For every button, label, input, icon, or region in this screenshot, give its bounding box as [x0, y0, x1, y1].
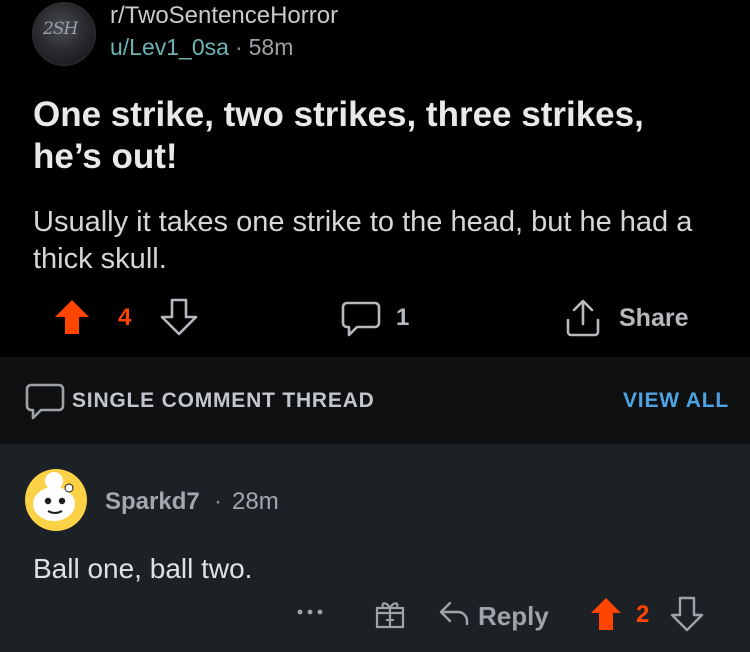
view-all-link[interactable]: VIEW ALL: [623, 389, 729, 413]
subreddit-avatar-text: 2SH: [43, 19, 78, 39]
downvote-icon[interactable]: [160, 298, 198, 336]
meta-separator: ·: [234, 34, 243, 60]
share-icon[interactable]: [564, 298, 602, 338]
comment-author[interactable]: Sparkd7: [105, 488, 200, 516]
comment-body: Ball one, ball two.: [33, 553, 253, 584]
post-age: 58m: [248, 34, 294, 60]
single-comment-thread-bar: SINGLE COMMENT THREAD VIEW ALL: [0, 357, 750, 444]
comment-upvote-icon[interactable]: [589, 596, 623, 632]
reply-button[interactable]: Reply: [478, 601, 549, 632]
post-score: 4: [118, 304, 132, 331]
subreddit-avatar[interactable]: 2SH: [32, 2, 96, 66]
comment: Sparkd7 · 28m Ball one, ball two. Reply …: [0, 444, 750, 652]
post: 2SH r/TwoSentenceHorror u/Lev1_0sa · 58m O…: [0, 0, 750, 357]
share-button[interactable]: Share: [619, 304, 688, 333]
comment-thread-icon: [25, 383, 65, 420]
comment-downvote-icon[interactable]: [670, 596, 704, 632]
post-body: Usually it takes one strike to the head,…: [33, 206, 693, 275]
comment-count[interactable]: 1: [396, 304, 409, 332]
subreddit-name[interactable]: r/TwoSentenceHorror: [110, 2, 338, 30]
award-icon[interactable]: [374, 598, 406, 630]
post-author[interactable]: u/Lev1_0sa: [110, 34, 229, 60]
comment-score: 2: [636, 601, 650, 628]
reply-icon[interactable]: [438, 599, 470, 629]
thread-label: SINGLE COMMENT THREAD: [72, 389, 375, 412]
comment-separator: ·: [214, 488, 222, 515]
post-actions: 4 1 Share: [0, 292, 750, 342]
post-title[interactable]: One strike, two strikes, three strikes, …: [33, 94, 713, 178]
upvote-icon[interactable]: [53, 298, 91, 336]
user-avatar[interactable]: [24, 468, 88, 532]
more-icon[interactable]: [295, 602, 325, 622]
comment-age: 28m: [232, 488, 279, 515]
post-meta: u/Lev1_0sa · 58m: [110, 34, 293, 61]
comment-icon[interactable]: [341, 300, 381, 338]
comment-actions: Reply 2: [0, 592, 750, 636]
